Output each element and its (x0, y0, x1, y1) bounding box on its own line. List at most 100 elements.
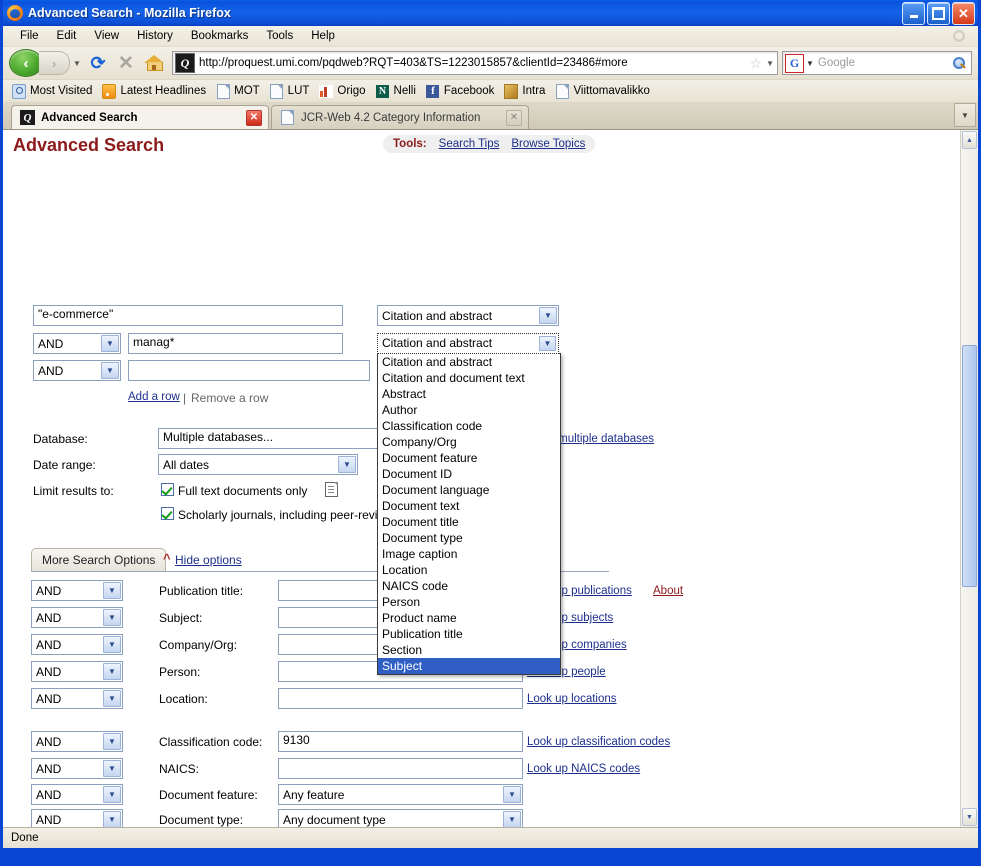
menu-tools[interactable]: Tools (257, 28, 302, 44)
link-browse-topics[interactable]: Browse Topics (511, 138, 585, 150)
menu-edit[interactable]: Edit (48, 28, 86, 44)
dropdown-option-highlighted[interactable]: Subject (378, 658, 560, 674)
bookmark-intra[interactable]: Intra (499, 83, 550, 99)
tab-close-icon[interactable]: ✕ (506, 109, 522, 126)
database-field[interactable]: Multiple databases... (158, 428, 388, 449)
document-feature-select[interactable]: Any feature ▼ (278, 784, 523, 805)
boolean-select-person[interactable]: AND ▼ (31, 661, 123, 682)
scroll-up-button[interactable]: ▲ (962, 131, 977, 149)
tab-advanced-search[interactable]: Q Advanced Search ✕ (11, 105, 269, 129)
dropdown-option[interactable]: Citation and abstract (378, 354, 560, 370)
search-icon[interactable] (953, 56, 966, 70)
dropdown-option[interactable]: Citation and document text (378, 370, 560, 386)
tab-close-icon[interactable]: ✕ (246, 109, 262, 126)
dropdown-option[interactable]: Document type (378, 530, 560, 546)
menu-help[interactable]: Help (302, 28, 344, 44)
forward-button[interactable]: › (39, 51, 70, 75)
stop-button[interactable]: ✕ (112, 50, 140, 76)
boolean-select-2[interactable]: AND ▼ (33, 333, 121, 354)
dropdown-option[interactable]: Image caption (378, 546, 560, 562)
dropdown-option[interactable]: Publication title (378, 626, 560, 642)
maximize-button[interactable] (927, 2, 950, 25)
look-up-classification-codes-link[interactable]: Look up classification codes (527, 736, 670, 748)
location-input[interactable] (278, 688, 523, 709)
document-type-select[interactable]: Any document type ▼ (278, 809, 523, 827)
search-field-dropdown-list[interactable]: Citation and abstract Citation and docum… (377, 353, 561, 675)
dropdown-option[interactable]: NAICS code (378, 578, 560, 594)
search-term-input-1[interactable]: "e-commerce" (33, 305, 343, 326)
bookmark-star-icon[interactable]: ☆ (750, 55, 763, 72)
tab-jcr-web[interactable]: JCR-Web 4.2 Category Information ✕ (271, 105, 529, 129)
boolean-select-company[interactable]: AND ▼ (31, 634, 123, 655)
dropdown-option[interactable]: Author (378, 402, 560, 418)
search-engine-dropdown-icon[interactable]: ▼ (806, 59, 814, 68)
home-button[interactable] (140, 50, 168, 76)
search-term-input-2[interactable]: manag* (128, 333, 343, 354)
boolean-select-publication-title[interactable]: AND ▼ (31, 580, 123, 601)
boolean-select-document-feature[interactable]: AND ▼ (31, 784, 123, 805)
bookmark-viittomavalikko[interactable]: Viittomavalikko (550, 83, 655, 99)
link-search-tips[interactable]: Search Tips (439, 138, 500, 150)
dropdown-option[interactable]: Document feature (378, 450, 560, 466)
bookmark-facebook[interactable]: f Facebook (421, 83, 500, 99)
more-search-options-tab[interactable]: More Search Options (31, 548, 167, 571)
dropdown-option[interactable]: Location (378, 562, 560, 578)
boolean-select-document-type[interactable]: AND ▼ (31, 809, 123, 827)
checkbox-full-text[interactable] (161, 483, 174, 496)
about-link[interactable]: About (653, 585, 683, 597)
url-dropdown-icon[interactable]: ▼ (766, 59, 774, 68)
dropdown-option[interactable]: Product name (378, 610, 560, 626)
checkbox-scholarly-journals[interactable] (161, 507, 174, 520)
remove-row-link[interactable]: Remove a row (191, 391, 268, 405)
search-field-select-2[interactable]: Citation and abstract ▼ (377, 333, 559, 354)
scrollbar-thumb[interactable] (962, 345, 977, 587)
search-box[interactable]: G ▼ Google (782, 51, 972, 75)
dropdown-option[interactable]: Abstract (378, 386, 560, 402)
search-input[interactable]: Google (818, 57, 953, 69)
boolean-select-3[interactable]: AND ▼ (33, 360, 121, 381)
hide-options-link[interactable]: Hide options (175, 553, 242, 567)
search-field-select-1[interactable]: Citation and abstract ▼ (377, 305, 559, 326)
tab-list-button[interactable]: ▼ (954, 103, 976, 127)
dropdown-option[interactable]: Person (378, 594, 560, 610)
scrollbar-track[interactable] (961, 150, 978, 807)
boolean-select-subject[interactable]: AND ▼ (31, 607, 123, 628)
dropdown-option[interactable]: Company/Org (378, 434, 560, 450)
close-button[interactable]: ✕ (952, 2, 975, 25)
look-up-locations-link[interactable]: Look up locations (527, 693, 617, 705)
bookmark-origo[interactable]: Origo (314, 83, 370, 99)
bookmark-mot[interactable]: MOT (211, 83, 265, 99)
document-type-value: Any document type (283, 812, 386, 827)
dropdown-option[interactable]: Document title (378, 514, 560, 530)
menu-view[interactable]: View (85, 28, 128, 44)
boolean-select-naics[interactable]: AND ▼ (31, 758, 123, 779)
back-button[interactable]: ‹ (9, 49, 43, 77)
history-dropdown-icon[interactable]: ▼ (70, 59, 84, 68)
menu-bookmarks[interactable]: Bookmarks (182, 28, 258, 44)
url-bar[interactable]: Q http://proquest.umi.com/pqdweb?RQT=403… (172, 51, 778, 75)
reload-button[interactable]: ⟳ (84, 50, 112, 76)
boolean-select-classification[interactable]: AND ▼ (31, 731, 123, 752)
search-term-input-3[interactable] (128, 360, 370, 381)
bookmark-latest-headlines[interactable]: Latest Headlines (97, 83, 211, 99)
date-range-select[interactable]: All dates ▼ (158, 454, 358, 475)
dropdown-option[interactable]: Document text (378, 498, 560, 514)
dropdown-option[interactable]: Classification code (378, 418, 560, 434)
minimize-button[interactable] (902, 2, 925, 25)
bookmark-lut[interactable]: LUT (265, 83, 315, 99)
google-icon[interactable]: G (785, 53, 804, 73)
dropdown-option[interactable]: Document ID (378, 466, 560, 482)
vertical-scrollbar[interactable]: ▲ ▼ (960, 130, 978, 827)
menu-file[interactable]: File (11, 28, 48, 44)
scroll-down-button[interactable]: ▼ (962, 808, 977, 826)
bookmark-most-visited[interactable]: Most Visited (7, 83, 97, 99)
add-row-link[interactable]: Add a row (128, 391, 180, 403)
dropdown-option[interactable]: Section (378, 642, 560, 658)
boolean-select-location[interactable]: AND ▼ (31, 688, 123, 709)
bookmark-nelli[interactable]: N Nelli (371, 83, 421, 99)
menu-history[interactable]: History (128, 28, 182, 44)
dropdown-option[interactable]: Document language (378, 482, 560, 498)
naics-input[interactable] (278, 758, 523, 779)
look-up-naics-codes-link[interactable]: Look up NAICS codes (527, 763, 640, 775)
classification-code-input[interactable]: 9130 (278, 731, 523, 752)
